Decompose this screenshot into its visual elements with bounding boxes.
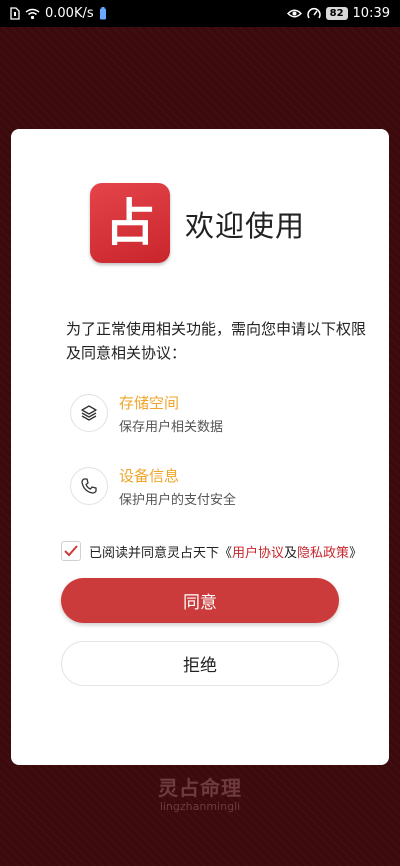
battery-saver-icon [99, 7, 107, 20]
agreement-suffix: 》 [349, 545, 363, 561]
app-logo: 占 [90, 183, 170, 263]
agreement-text: 已阅读并同意灵占天下《用户协议及隐私政策》 [89, 542, 362, 561]
agreement-row: 已阅读并同意灵占天下《用户协议及隐私政策》 [61, 540, 381, 562]
permission-desc: 保护用户的支付安全 [119, 493, 237, 508]
permission-title: 设备信息 [119, 467, 180, 485]
refuse-button[interactable]: 拒绝 [61, 641, 339, 686]
layers-icon [70, 394, 108, 432]
permission-dialog: 占 欢迎使用 为了正常使用相关功能，需向您申请以下权限及同意相关协议： 存储空间… [11, 129, 389, 765]
speedometer-icon [306, 7, 321, 20]
net-speed: 0.00K/s [45, 6, 94, 21]
intro-text: 为了正常使用相关功能，需向您申请以下权限及同意相关协议： [66, 320, 367, 362]
privacy-policy-link[interactable]: 隐私政策 [297, 546, 349, 561]
permission-storage: 存储空间 保存用户相关数据 [70, 394, 370, 438]
permission-desc: 保存用户相关数据 [119, 420, 224, 435]
agreement-checkbox[interactable] [61, 541, 81, 561]
phone-icon [70, 467, 108, 505]
user-agreement-link[interactable]: 用户协议 [232, 546, 284, 561]
wifi-icon [25, 8, 40, 20]
permission-device: 设备信息 保护用户的支付安全 [70, 467, 370, 511]
clock: 10:39 [352, 6, 390, 21]
check-icon [64, 545, 78, 557]
status-bar: 0.00K/s 82 10:39 [0, 0, 400, 27]
agreement-prefix: 已阅读并同意灵占天下《 [89, 545, 233, 561]
sim-icon [10, 7, 20, 20]
brand-subtitle: lingzhanmingli [159, 800, 241, 813]
eye-icon [286, 8, 302, 19]
agreement-middle: 及 [284, 545, 298, 561]
app-logo-char: 占 [105, 193, 155, 252]
brand-name: 灵占命理 [158, 776, 242, 800]
welcome-title: 欢迎使用 [185, 209, 306, 243]
agree-button[interactable]: 同意 [61, 578, 339, 623]
permission-title: 存储空间 [119, 394, 180, 412]
battery-level: 82 [325, 7, 348, 20]
